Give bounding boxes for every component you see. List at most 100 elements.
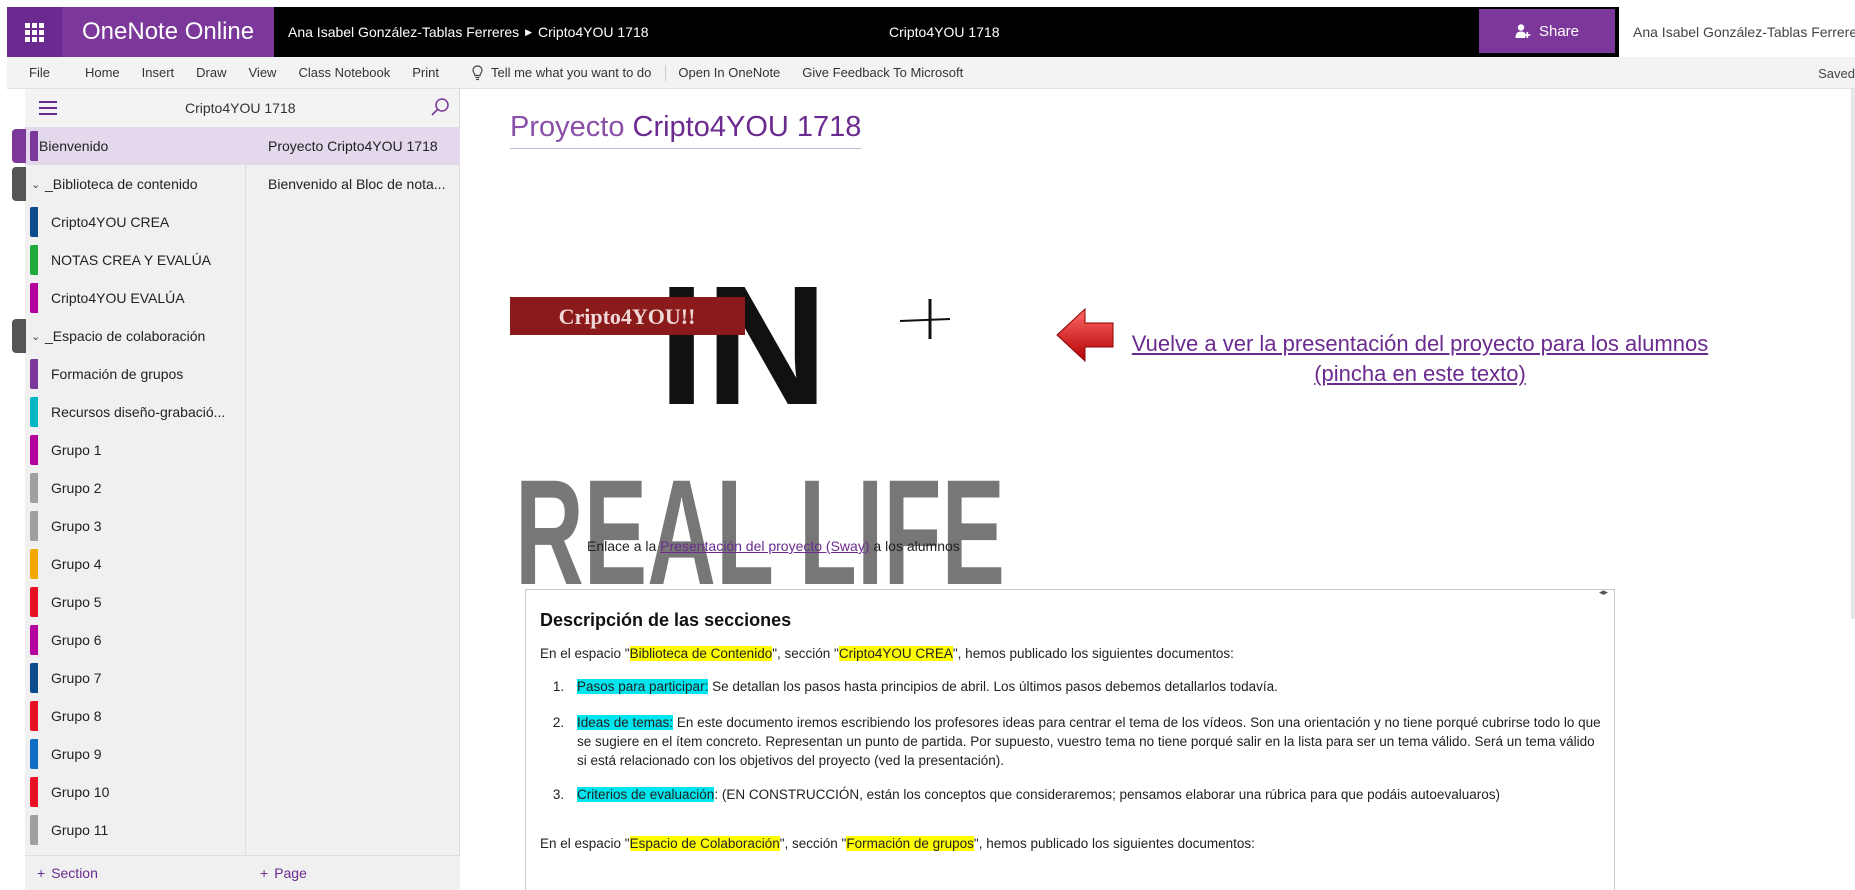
menu-print[interactable]: Print <box>401 65 450 80</box>
section-color-tab <box>30 587 38 617</box>
list-item: 3. Criterios de evaluación: (EN CONSTRUC… <box>540 785 1602 804</box>
text-segment: ", sección " <box>772 646 839 661</box>
chevron-down-icon[interactable]: ⌄ <box>31 178 40 191</box>
text-segment: ", sección " <box>779 836 847 851</box>
open-in-onenote-link[interactable]: Open In OneNote <box>666 65 791 80</box>
section-color-tab <box>30 511 38 541</box>
highlight-term: Criterios de evaluación <box>577 787 715 802</box>
sway-presentation-link[interactable]: Presentación del proyecto (Sway) <box>660 538 869 554</box>
text-segment: En el espacio " <box>540 646 630 661</box>
section-label: Grupo 5 <box>51 594 102 610</box>
menu-view[interactable]: View <box>238 65 288 80</box>
section-color-tab <box>30 131 38 161</box>
text-segment: ", hemos publicado los siguientes docume… <box>952 646 1234 661</box>
save-status: Saved <box>1818 66 1855 81</box>
highlight-term: Pasos para participar: <box>577 679 709 694</box>
section-item[interactable]: Grupo 3 <box>25 507 246 545</box>
list-text: Se detallan los pasos hasta principios d… <box>708 679 1278 694</box>
breadcrumb-owner[interactable]: Ana Isabel González-Tablas Ferreres <box>288 24 519 40</box>
sections-list: Bienvenido ⌄ _Biblioteca de contenido Cript… <box>25 127 246 855</box>
section-label: Grupo 6 <box>51 632 102 648</box>
section-item[interactable]: Grupo 7 <box>25 659 246 697</box>
section-item[interactable]: NOTAS CREA Y EVALÚA <box>25 241 246 279</box>
section-item[interactable]: Cripto4YOU CREA <box>25 203 246 241</box>
add-page-label: Page <box>274 865 307 881</box>
presentation-video-link[interactable]: Vuelve a ver la presentación del proyect… <box>1110 329 1730 389</box>
section-item[interactable]: Grupo 4 <box>25 545 246 583</box>
breadcrumb-notebook[interactable]: Cripto4YOU 1718 <box>538 24 649 40</box>
app-launcher-button[interactable] <box>7 7 62 57</box>
section-color-tab <box>30 777 38 807</box>
section-color-tab <box>30 207 38 237</box>
section-group[interactable]: ⌄ _Espacio de colaboración <box>25 317 246 355</box>
list-number: 3. <box>552 787 565 802</box>
section-color-tab <box>30 283 38 313</box>
list-item: 2. Ideas de temas: En este documento ire… <box>540 713 1602 770</box>
section-item[interactable]: Grupo 8 <box>25 697 246 735</box>
page-title-prefix: Proyecto <box>510 111 625 143</box>
resize-handle-icon[interactable]: ◂▸ <box>1599 590 1608 598</box>
tell-me-label: Tell me what you want to do <box>490 65 652 80</box>
section-item[interactable]: Grupo 10 <box>25 773 246 811</box>
section-color-tab <box>30 549 38 579</box>
section-item[interactable]: Grupo 9 <box>25 735 246 773</box>
give-feedback-link[interactable]: Give Feedback To Microsoft <box>791 65 974 80</box>
page-title[interactable]: Proyecto Cripto4YOU 1718 <box>510 111 862 149</box>
add-section-button[interactable]: + Section <box>25 855 246 890</box>
sway-suffix: a los alumnos <box>873 538 960 554</box>
section-item[interactable]: Recursos diseño-grabació... <box>25 393 246 431</box>
navigation-header: Cripto4YOU 1718 <box>25 89 460 127</box>
menu-class-notebook[interactable]: Class Notebook <box>287 65 401 80</box>
add-person-icon <box>1515 24 1531 38</box>
hamburger-menu-icon[interactable] <box>39 101 57 119</box>
menu-home[interactable]: Home <box>74 65 131 80</box>
page-canvas[interactable]: Proyecto Cripto4YOU 1718 IN REAL LIFE Cr… <box>460 89 1855 890</box>
list-text: : (EN CONSTRUCCIÓN, están los conceptos … <box>714 787 1500 802</box>
section-item[interactable]: Grupo 1 <box>25 431 246 469</box>
section-label: Cripto4YOU CREA <box>51 214 170 230</box>
menu-insert[interactable]: Insert <box>131 65 186 80</box>
search-icon[interactable] <box>430 97 450 117</box>
sway-prefix: Enlace a la <box>587 538 657 554</box>
highlight-colaboracion: Espacio de Colaboración <box>629 836 780 851</box>
sway-link-line: Enlace a la Presentación del proyecto (S… <box>587 538 960 554</box>
section-item[interactable]: Grupo 5 <box>25 583 246 621</box>
plus-icon: + <box>37 865 46 881</box>
section-color-tab <box>30 359 38 389</box>
app-brand[interactable]: OneNote Online <box>62 7 274 57</box>
page-item[interactable]: Proyecto Cripto4YOU 1718 <box>246 127 460 165</box>
menu-file[interactable]: File <box>7 65 74 80</box>
breadcrumb-arrow-icon: ▶ <box>525 26 533 37</box>
section-item[interactable]: Formación de grupos <box>25 355 246 393</box>
highlight-biblioteca: Biblioteca de Contenido <box>629 646 773 661</box>
top-bar: OneNote Online Ana Isabel González-Tabla… <box>7 7 1855 57</box>
section-group-label: _Biblioteca de contenido <box>45 176 198 192</box>
left-arrow-icon <box>1056 307 1114 363</box>
add-page-button[interactable]: + Page <box>246 855 460 890</box>
section-group-tab <box>12 167 26 201</box>
section-label: NOTAS CREA Y EVALÚA <box>51 252 212 268</box>
description-heading: Descripción de las secciones <box>540 610 792 630</box>
section-item[interactable]: Grupo 6 <box>25 621 246 659</box>
section-label: Grupo 7 <box>51 670 102 686</box>
section-item[interactable]: Bienvenido <box>25 127 246 165</box>
vertical-scrollbar[interactable] <box>1851 89 1855 619</box>
section-item[interactable]: Cripto4YOU EVALÚA <box>25 279 246 317</box>
section-group[interactable]: ⌄ _Biblioteca de contenido <box>25 165 246 203</box>
page-item[interactable]: Bienvenido al Bloc de nota... <box>246 165 460 203</box>
sections-description-container[interactable]: ◂▸ Descripción de las secciones En el es… <box>525 589 1615 890</box>
breadcrumb: Ana Isabel González-Tablas Ferreres ▶ Cr… <box>288 24 649 40</box>
user-account[interactable]: Ana Isabel González-Tablas Ferreres <box>1619 7 1855 57</box>
section-label: Grupo 2 <box>51 480 102 496</box>
document-title: Cripto4YOU 1718 <box>889 24 1000 40</box>
section-item[interactable]: Grupo 11 <box>25 811 246 849</box>
share-button[interactable]: Share <box>1479 9 1615 53</box>
tell-me-search[interactable]: Tell me what you want to do <box>450 64 667 81</box>
chevron-down-icon[interactable]: ⌄ <box>31 330 40 343</box>
menu-draw[interactable]: Draw <box>185 65 237 80</box>
section-color-tab <box>30 663 38 693</box>
section-color-tab <box>30 397 38 427</box>
section-label: Grupo 8 <box>51 708 102 724</box>
description-paragraph: En el espacio "Espacio de Colaboración",… <box>540 836 1255 851</box>
section-item[interactable]: Grupo 2 <box>25 469 246 507</box>
